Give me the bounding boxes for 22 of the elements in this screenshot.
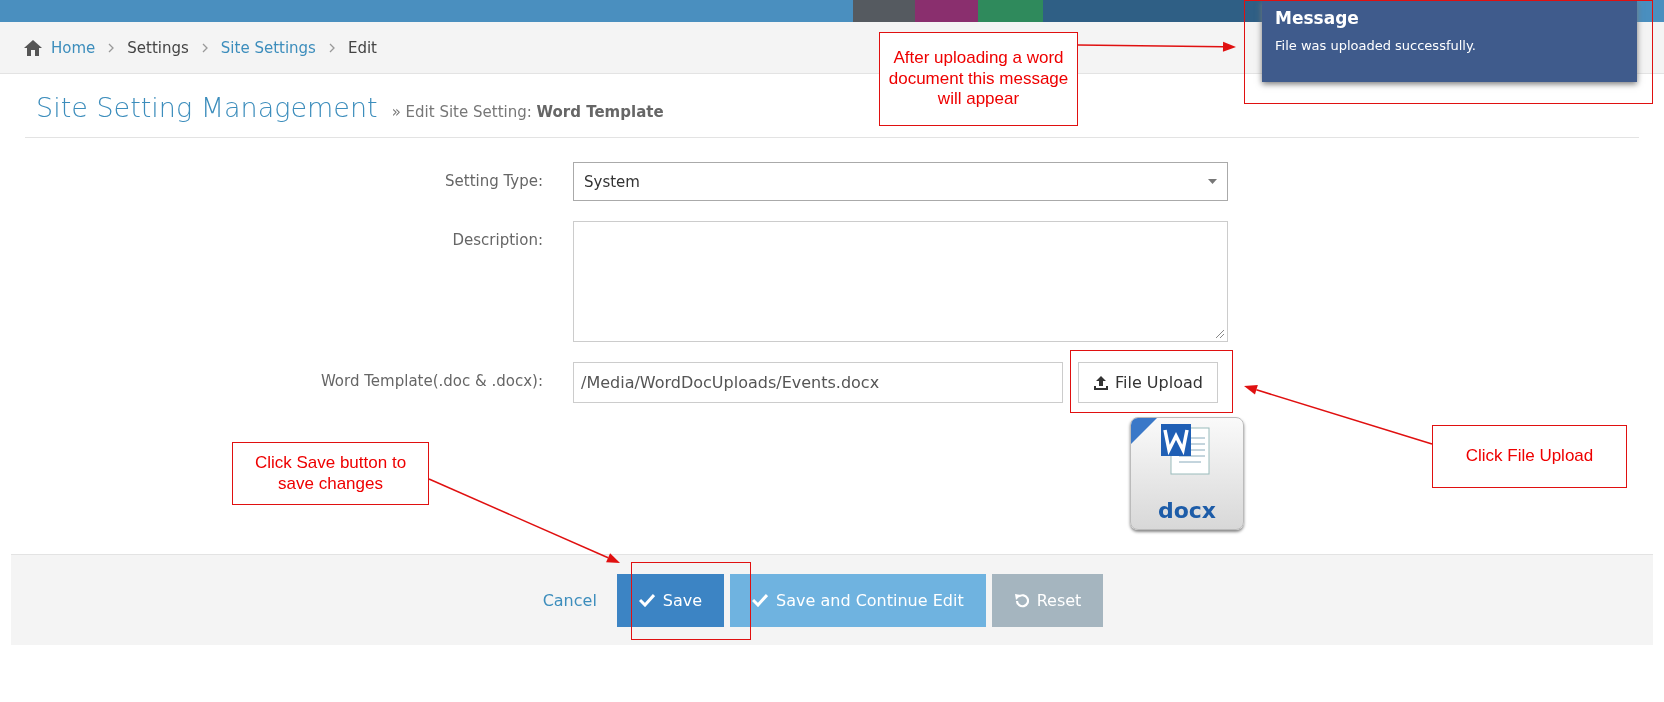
- page-subtitle: » Edit Site Setting: Word Template: [391, 103, 664, 121]
- field-label: Word Template(.doc & .docx):: [320, 371, 543, 392]
- file-type-label: docx: [1157, 498, 1217, 523]
- input-field[interactable]: /Media/WordDocUploads/Events.docx: [573, 362, 1063, 403]
- breadcrumb-item: Settings: [127, 38, 189, 57]
- breadcrumb-link[interactable]: Site Settings: [220, 38, 316, 57]
- breadcrumb-link[interactable]: Home: [51, 38, 96, 57]
- reset-button[interactable]: Reset: [991, 573, 1104, 627]
- toast-message: File was uploaded successfully.: [1275, 38, 1477, 53]
- field-label: Description:: [452, 230, 543, 251]
- save-button[interactable]: Save and Continue Edit: [730, 573, 986, 627]
- breadcrumb-item: Edit: [347, 38, 377, 57]
- save-button[interactable]: Save: [616, 573, 725, 627]
- toast-title: Message: [1275, 8, 1360, 28]
- select-field[interactable]: System: [573, 162, 1228, 201]
- callout-note: Click File Upload: [1432, 425, 1627, 488]
- page-title: Site Setting Management: [36, 92, 378, 123]
- cancel-link[interactable]: Cancel: [542, 590, 597, 610]
- callout-note: After uploading a word document this message will appear: [879, 32, 1078, 126]
- callout-note: Click Save button to save changes: [232, 442, 429, 505]
- field-label: Setting Type:: [445, 171, 543, 192]
- file-upload-button[interactable]: File Upload: [1078, 362, 1218, 403]
